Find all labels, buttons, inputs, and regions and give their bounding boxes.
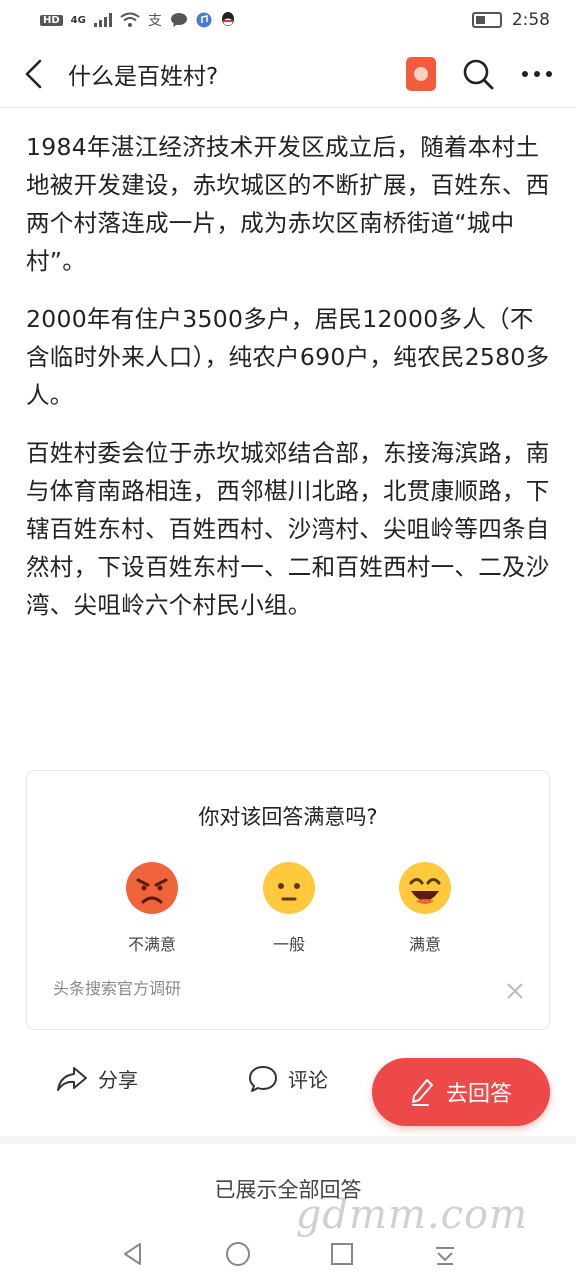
nav-back-icon[interactable] [120, 1241, 146, 1267]
signal-icon [93, 13, 112, 27]
status-left: HD 4G 支 [40, 10, 236, 30]
alipay-icon: 支 [147, 13, 162, 29]
wifi-icon [120, 12, 140, 27]
network-badge: 4G [70, 14, 86, 26]
survey-source: 头条搜索官方调研 [53, 979, 182, 998]
close-icon[interactable] [501, 977, 529, 1005]
share-icon [57, 1066, 87, 1091]
battery-icon [471, 12, 502, 28]
survey-option-label: 满意 [408, 935, 441, 954]
header-bar: 什么是百姓村? [0, 40, 576, 108]
app-icon[interactable] [406, 56, 436, 91]
happy-face-icon [399, 862, 451, 914]
article-paragraph: 百姓村委会位于赤坎城郊结合部，东接海滨路，南与体育南路相连，西邻椹川北路，北贯康… [26, 439, 550, 619]
comment-button[interactable]: 评论 [248, 1064, 328, 1093]
search-icon[interactable] [462, 58, 494, 90]
answer-button[interactable]: 去回答 [372, 1058, 550, 1126]
survey-option-satisfied[interactable]: 满意 [380, 861, 470, 955]
back-icon[interactable] [14, 54, 54, 94]
pencil-icon [411, 1079, 433, 1106]
nav-recents-icon[interactable] [330, 1242, 354, 1266]
survey-question: 你对该回答满意吗? [198, 805, 378, 829]
neutral-face-icon [263, 862, 315, 914]
nav-notification-icon[interactable] [433, 1242, 457, 1266]
hd-badge: HD [40, 14, 63, 26]
share-button[interactable]: 分享 [56, 1064, 138, 1093]
article-paragraph: 1984年湛江经济技术开发区成立后，随着本村土地被开发建设，赤坎城区的不断扩展，… [26, 133, 550, 275]
header-actions [406, 56, 554, 91]
chat-icon [170, 13, 187, 27]
answer-label: 去回答 [445, 1082, 512, 1107]
music-icon [196, 12, 212, 28]
status-bar: HD 4G 支 2:58 [0, 0, 576, 40]
satisfaction-survey-card: 你对该回答满意吗? 不满意 一般 满意 头条搜索官方调研 [26, 770, 550, 1030]
qq-icon [221, 12, 234, 26]
survey-option-dissatisfied[interactable]: 不满意 [107, 861, 197, 955]
nav-home-icon[interactable] [225, 1241, 251, 1267]
status-time: 2:58 [511, 10, 550, 30]
system-nav-bar [0, 1228, 576, 1280]
survey-option-neutral[interactable]: 一般 [244, 861, 334, 955]
angry-face-icon [126, 862, 178, 914]
survey-option-label: 不满意 [127, 935, 176, 954]
more-icon[interactable] [520, 69, 554, 79]
article-paragraph: 2000年有住户3500多户，居民12000多人（不含临时外来人口），纯农户69… [26, 305, 550, 409]
page-title: 什么是百姓村? [68, 63, 219, 90]
survey-option-label: 一般 [272, 935, 305, 954]
comment-label: 评论 [288, 1068, 328, 1092]
comment-icon [249, 1065, 277, 1092]
status-right: 2:58 [471, 10, 550, 30]
share-label: 分享 [98, 1068, 138, 1092]
article-body: 1984年湛江经济技术开发区成立后，随着本村土地被开发建设，赤坎城区的不断扩展，… [26, 128, 556, 644]
